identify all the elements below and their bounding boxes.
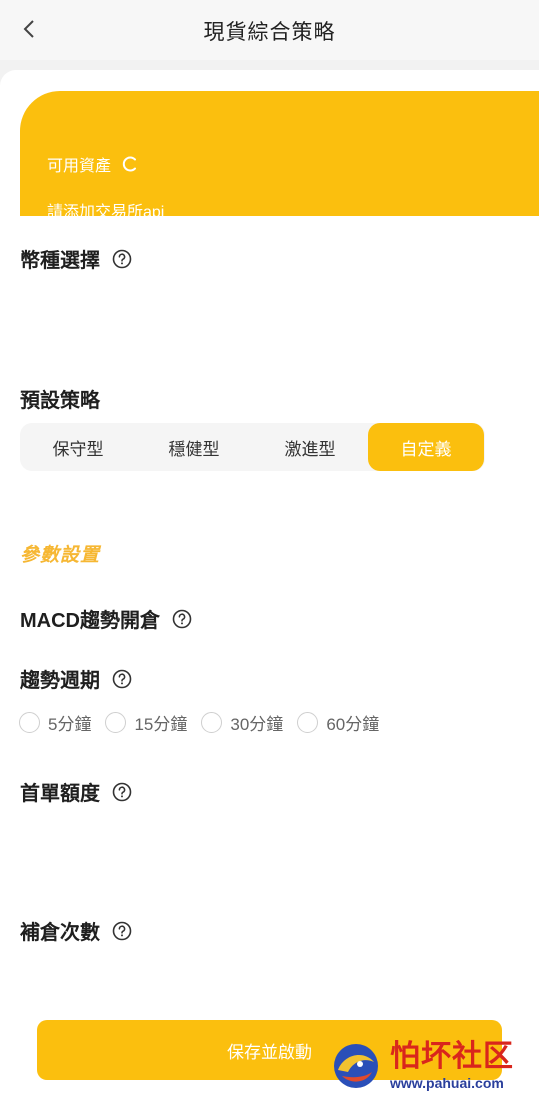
add-count-title: 補倉次數 [20,916,132,945]
radio-circle[interactable] [105,712,127,733]
help-icon[interactable] [112,782,132,802]
first-amount-title: 首單額度 [20,777,132,806]
trend-period-label: 趨勢週期 [20,670,100,692]
radio-label: 15分鐘 [134,715,188,734]
radio-30min[interactable]: 30分鐘 [201,710,283,735]
asset-card: 可用資產 請添加交易所api [20,91,539,221]
tab-custom[interactable]: 自定義 [368,423,484,471]
add-exchange-api-link[interactable]: 請添加交易所api [47,198,164,222]
radio-label: 5分鐘 [48,715,92,734]
watermark-logo-icon [334,1044,378,1088]
main-content: 可用資產 請添加交易所api 幣種選擇 預設策略 保守型 穩健型 激進型 自定義… [0,70,539,1100]
help-icon[interactable] [112,669,132,689]
radio-15min[interactable]: 15分鐘 [105,710,187,735]
coin-selection-label: 幣種選擇 [20,250,100,272]
radio-60min[interactable]: 60分鐘 [297,710,379,735]
preset-strategy-label: 預設策略 [20,390,100,412]
trend-period-title: 趨勢週期 [20,664,132,693]
asset-label-row: 可用資產 [47,152,139,176]
watermark: 怕坏社区 www.pahuai.com [330,1038,535,1094]
tab-aggressive[interactable]: 激進型 [252,423,368,471]
watermark-cn: 怕坏社区 [390,1040,514,1073]
tab-steady[interactable]: 穩健型 [136,423,252,471]
help-icon[interactable] [172,609,192,629]
radio-circle[interactable] [201,712,223,733]
tab-conservative[interactable]: 保守型 [20,423,136,471]
add-count-label: 補倉次數 [20,922,100,944]
watermark-url: www.pahuai.com [390,1075,504,1091]
radio-label: 60分鐘 [326,715,380,734]
help-icon[interactable] [112,249,132,269]
refresh-icon[interactable] [121,155,139,173]
strategy-tabs: 保守型 穩健型 激進型 自定義 [20,423,485,471]
first-amount-label: 首單額度 [20,783,100,805]
period-radio-group: 5分鐘 15分鐘 30分鐘 60分鐘 [19,710,379,735]
macd-label: MACD趨勢開倉 [20,610,160,632]
page-title: 現貨綜合策略 [203,21,336,44]
watermark-text: 怕坏社区 www.pahuai.com [390,1040,514,1091]
macd-title: MACD趨勢開倉 [20,604,192,633]
radio-circle[interactable] [19,712,40,733]
help-icon[interactable] [112,921,132,941]
radio-5min[interactable]: 5分鐘 [19,710,91,735]
radio-label: 30分鐘 [230,715,284,734]
preset-strategy-title: 預設策略 [20,384,100,413]
asset-label: 可用資產 [47,158,112,175]
params-heading: 參數設置 [20,545,101,566]
coin-selection-title: 幣種選擇 [20,244,132,273]
header-bar: 現貨綜合策略 [0,0,539,60]
radio-circle[interactable] [297,712,319,733]
